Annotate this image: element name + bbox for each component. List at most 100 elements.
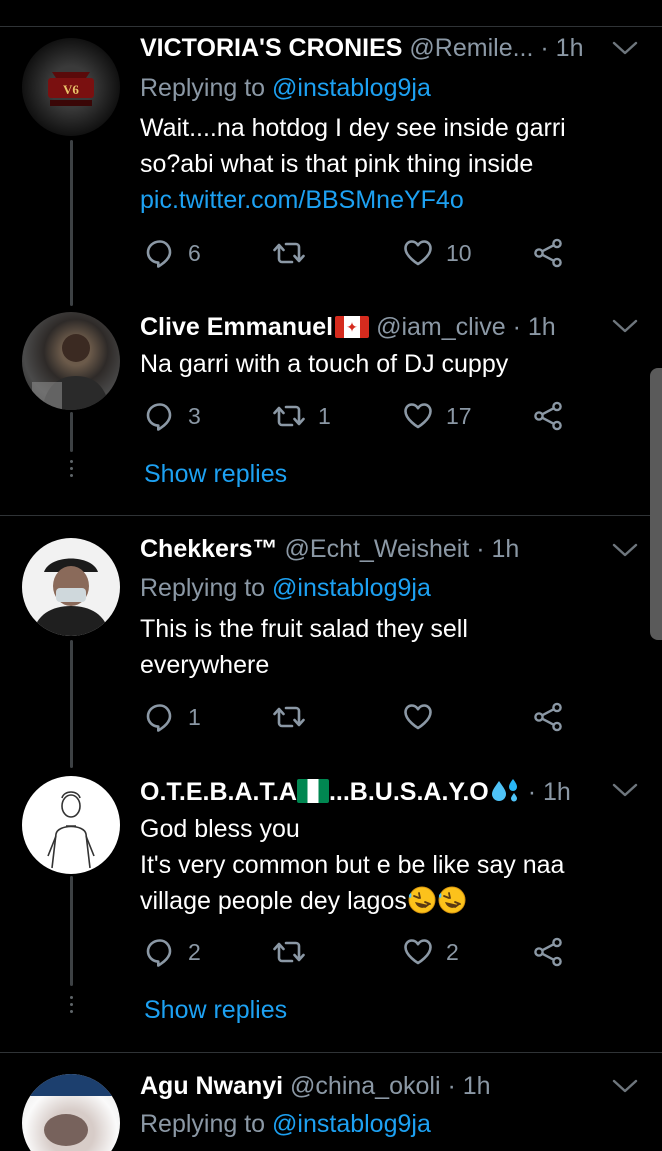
scrollbar[interactable] [650,368,662,640]
share-icon [532,237,564,269]
retweet-button[interactable] [272,701,306,733]
tweet-text: Wait....na hotdog I dey see inside garri… [140,110,566,218]
reply-count: 1 [188,703,201,730]
tweet-text-line: Na garri with a touch of DJ cuppy [140,350,509,378]
chevron-down-icon[interactable] [612,318,638,334]
timestamp[interactable]: · 1h [447,1072,490,1100]
media-link[interactable]: pic.twitter.com/BBSMneYF4o [140,182,566,218]
share-icon [532,400,564,432]
top-divider [0,26,662,27]
display-name-part[interactable]: ...B.U.S.A.Y.O [329,778,489,806]
nigeria-flag-icon [296,779,329,803]
heart-icon [402,237,434,269]
tweet-header: Clive Emmanuel @iam_clive · 1h [140,311,556,343]
more-replies-dots [70,996,73,1017]
avatar[interactable] [22,312,120,410]
reply-button[interactable]: 1 [144,701,201,733]
user-handle[interactable]: @iam_clive [376,313,506,341]
tweet-text-line: This is the fruit salad they sell [140,615,468,643]
tweet-text-line: village people dey lagos [140,887,407,915]
reply-button[interactable]: 3 [144,400,201,432]
like-count: 2 [446,938,459,965]
display-name[interactable]: Agu Nwanyi [140,1072,283,1100]
retweet-button[interactable]: 1 [272,400,331,432]
avatar[interactable]: V6 [22,38,120,136]
tweet-text-line: everywhere [140,651,270,679]
tweet-header: O.T.E.B.A.T.A ...B.U.S.A.Y.O · 1h [140,776,571,808]
reply-count: 6 [188,239,201,266]
like-button[interactable]: 10 [402,237,472,269]
avatar-sketch-icon [47,791,95,869]
timestamp[interactable]: · 1h [513,313,556,341]
tweet-text-line: God bless you [140,815,300,843]
share-button[interactable] [532,701,564,733]
chevron-down-icon[interactable] [612,782,638,798]
user-handle[interactable]: @Remile... [409,34,533,62]
like-button[interactable] [402,701,434,733]
heart-icon [402,400,434,432]
avatar[interactable] [22,776,120,874]
avatar[interactable] [22,1074,120,1151]
sweat-droplets-icon [491,779,517,802]
reply-count: 3 [188,402,201,429]
user-handle[interactable]: @Echt_Weisheit [285,535,470,563]
heart-icon [402,701,434,733]
share-button[interactable] [532,237,564,269]
replying-to: Replying to @instablog9ja [140,70,431,106]
tweet-header: VICTORIA'S CRONIES @Remile... · 1h [140,32,583,64]
avatar-photo-icon [22,1074,120,1146]
rofl-emoji-icon [437,885,467,915]
thread-line [70,640,73,768]
share-icon [532,701,564,733]
show-replies-link[interactable]: Show replies [144,458,287,490]
reply-icon [144,936,176,968]
rofl-emoji-icon [407,885,437,915]
retweet-button[interactable] [272,936,306,968]
avatar-logo-icon: V6 [48,72,94,106]
svg-text:V6: V6 [63,82,79,97]
timestamp[interactable]: · 1h [528,778,571,806]
display-name-part[interactable]: O.T.E.B.A.T.A [140,778,297,806]
thread-line [70,876,73,986]
show-replies-link[interactable]: Show replies [144,994,287,1026]
retweet-count: 1 [318,402,331,429]
mention-link[interactable]: @instablog9ja [272,574,431,602]
mention-link[interactable]: @instablog9ja [272,1110,431,1138]
mention-link[interactable]: @instablog9ja [272,74,431,102]
reply-icon [144,701,176,733]
reply-icon [144,400,176,432]
like-count: 10 [446,239,472,266]
retweet-button[interactable] [272,237,306,269]
user-handle[interactable]: @china_okoli [290,1072,440,1100]
retweet-icon [272,936,306,968]
heart-icon [402,936,434,968]
share-button[interactable] [532,400,564,432]
display-name[interactable]: VICTORIA'S CRONIES [140,34,402,62]
replying-prefix: Replying to [140,1110,273,1138]
timestamp[interactable]: · 1h [540,34,583,62]
chevron-down-icon[interactable] [612,40,638,56]
avatar[interactable] [22,538,120,636]
like-button[interactable]: 2 [402,936,459,968]
reply-icon [144,237,176,269]
display-name[interactable]: Clive Emmanuel [140,313,333,341]
tweet-text-line: It's very common but e be like say naa [140,851,565,879]
tweet-text: God bless you It's very common but e be … [140,811,564,919]
reply-button[interactable]: 6 [144,237,201,269]
replying-prefix: Replying to [140,574,273,602]
replying-to: Replying to @instablog9ja [140,570,431,606]
reply-button[interactable]: 2 [144,936,201,968]
tweet-text: This is the fruit salad they sell everyw… [140,611,468,683]
timestamp[interactable]: · 1h [476,535,519,563]
tweet-text-line: Wait....na hotdog I dey see inside garri [140,114,566,142]
chevron-down-icon[interactable] [612,1078,638,1094]
like-button[interactable]: 17 [402,400,472,432]
tweet-text-line: so?abi what is that pink thing inside [140,150,534,178]
share-button[interactable] [532,936,564,968]
display-name[interactable]: Chekkers™ [140,535,278,563]
retweet-icon [272,237,306,269]
thread-line [70,140,73,306]
avatar-photo-icon [32,558,110,636]
chevron-down-icon[interactable] [612,542,638,558]
thread-divider [0,1052,662,1053]
